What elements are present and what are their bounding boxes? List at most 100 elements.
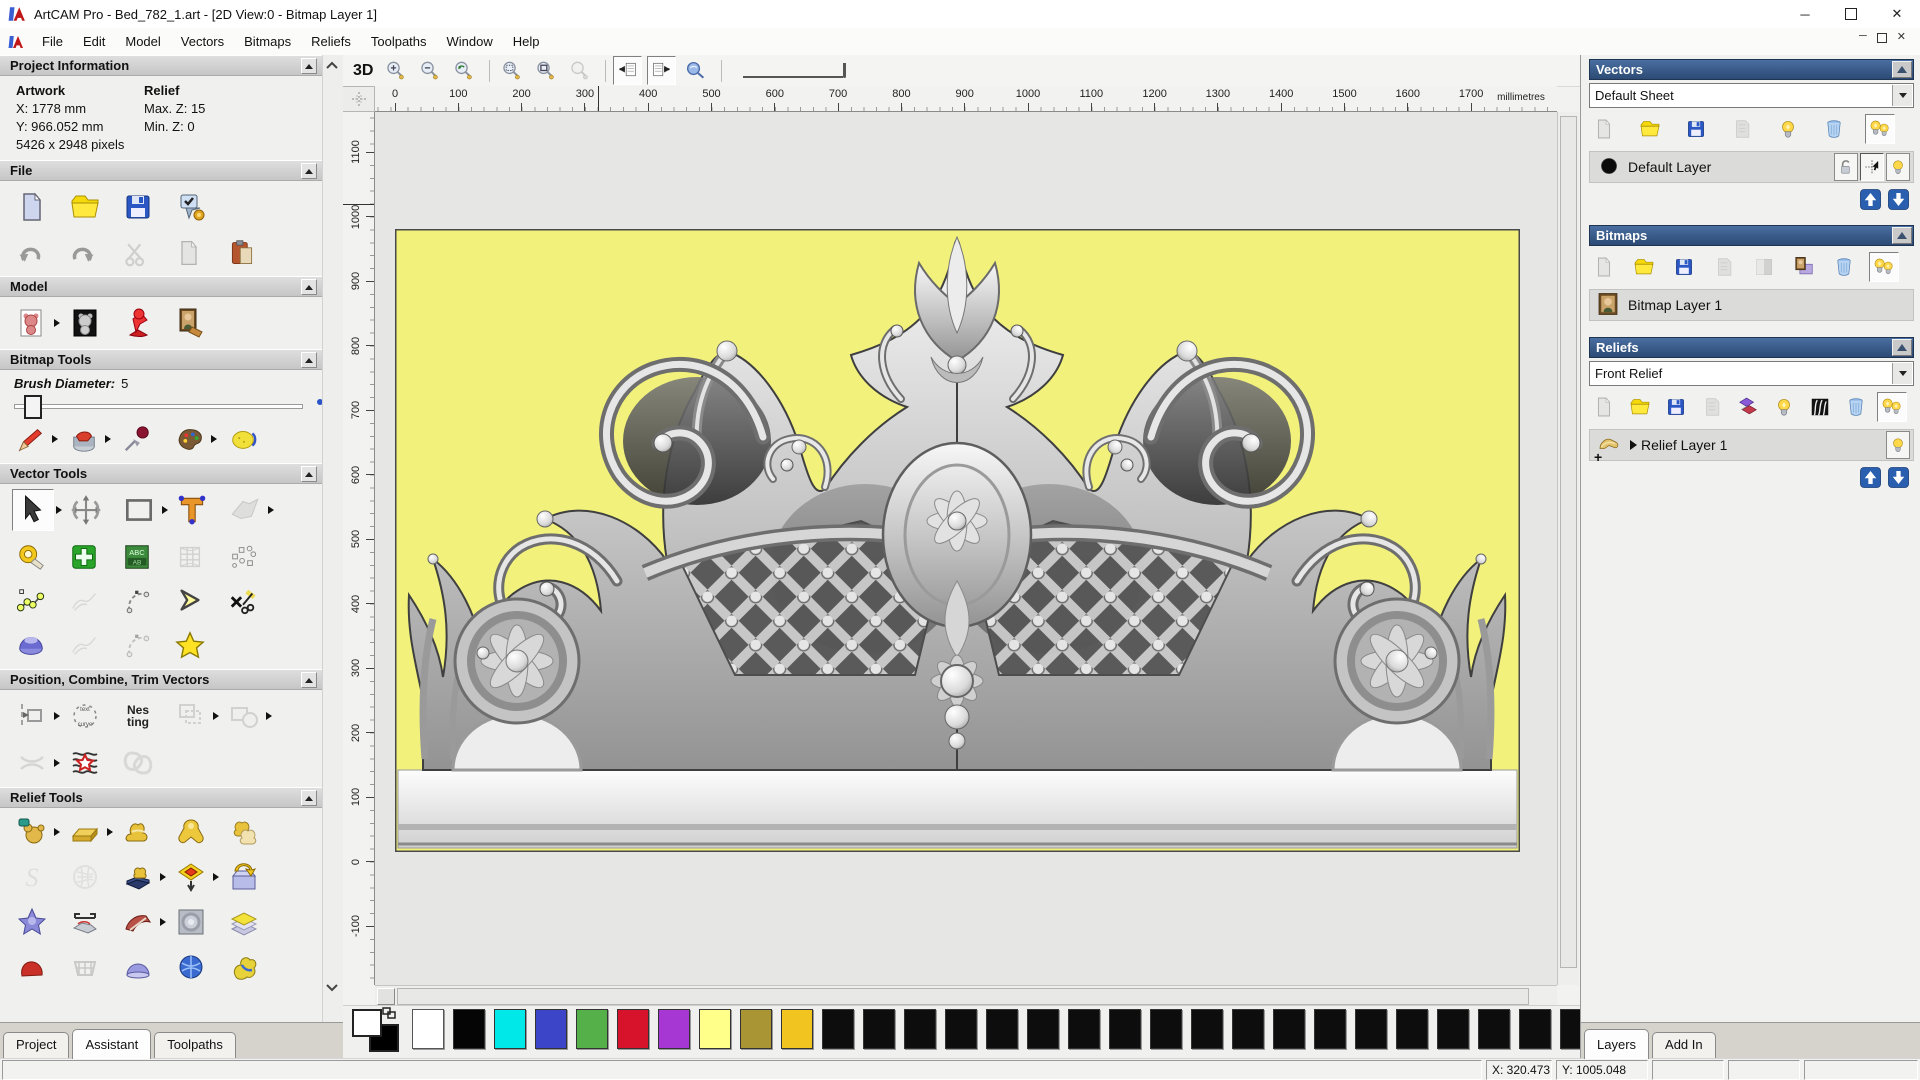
merge-relief-layers-icon[interactable] (1697, 392, 1727, 422)
vector-texture-icon[interactable] (65, 743, 105, 783)
load-relief-icon[interactable] (224, 857, 264, 897)
zoom-in-icon[interactable] (381, 56, 410, 85)
redo-icon[interactable] (65, 235, 101, 271)
menu-window[interactable]: Window (437, 30, 503, 53)
relief-select[interactable]: Front Relief (1589, 361, 1914, 386)
two-rail-sweep-icon[interactable] (118, 902, 158, 942)
palette-swatch-3[interactable] (535, 1009, 567, 1049)
create-star-icon[interactable] (171, 626, 209, 664)
show-all-vector-layers-icon[interactable] (1865, 114, 1895, 144)
delete-bitmap-layer-icon[interactable] (1829, 252, 1859, 282)
show-all-bitmap-layers-icon[interactable] (1869, 252, 1899, 282)
relief-clipart-library-icon[interactable] (118, 857, 158, 897)
menu-help[interactable]: Help (503, 30, 550, 53)
palette-swatch-2[interactable] (494, 1009, 526, 1049)
open-vector-layer-icon[interactable] (1635, 114, 1665, 144)
palette-swatch-15[interactable] (1027, 1009, 1059, 1049)
snap-to-layer-icon[interactable] (1860, 153, 1884, 181)
delete-vector-layer-icon[interactable] (1819, 114, 1849, 144)
maximize-button[interactable] (1828, 0, 1874, 28)
menu-edit[interactable]: Edit (73, 30, 115, 53)
flyout-arrow-icon[interactable] (213, 873, 219, 881)
open-bitmap-layer-icon[interactable] (1629, 252, 1659, 282)
paste-icon[interactable] (224, 235, 260, 271)
copy-icon[interactable] (171, 235, 207, 271)
palette-swatch-1[interactable] (453, 1009, 485, 1049)
weave-wizard-icon[interactable] (65, 857, 105, 897)
flyout-arrow-icon[interactable] (160, 873, 166, 881)
flyout-arrow-icon[interactable] (107, 828, 113, 836)
flyout-arrow-icon[interactable] (105, 435, 111, 443)
flyout-arrow-icon[interactable] (211, 435, 217, 443)
preferences-icon[interactable] (171, 187, 211, 227)
lock-layer-icon[interactable] (1834, 153, 1858, 181)
toggle-vector-view-icon[interactable] (647, 56, 677, 85)
dome-wizard-icon[interactable] (118, 947, 158, 987)
chevron-down-icon[interactable] (1892, 363, 1912, 384)
greyscale-view-icon[interactable] (1805, 392, 1835, 422)
copy-relief-icon[interactable] (224, 812, 264, 852)
create-rectangle-icon[interactable] (118, 489, 160, 531)
collapse-section-button[interactable] (301, 279, 317, 295)
palette-swatch-0[interactable] (412, 1009, 444, 1049)
turn-wizard-icon[interactable] (12, 947, 52, 987)
clipart-clamp-icon[interactable] (65, 902, 105, 942)
free-sketch-icon[interactable] (65, 582, 103, 620)
node-editing-icon[interactable] (12, 582, 50, 620)
v-scroll-thumb[interactable] (1560, 116, 1577, 968)
bitmap-to-layer-icon[interactable] (1789, 252, 1819, 282)
star-wizard-icon[interactable] (12, 902, 52, 942)
cut-icon[interactable] (118, 235, 154, 271)
palette-swatch-16[interactable] (1068, 1009, 1100, 1049)
zoom-previous-icon[interactable] (449, 56, 478, 85)
align-vectors-icon[interactable] (12, 696, 52, 736)
collapse-section-button[interactable] (301, 163, 317, 179)
flyout-arrow-icon[interactable] (160, 918, 166, 926)
tab-add-in[interactable]: Add In (1652, 1032, 1716, 1059)
flyout-arrow-icon[interactable] (213, 712, 219, 720)
delete-relief-layer-icon[interactable] (1841, 392, 1871, 422)
collapse-bitmaps-button[interactable] (1892, 227, 1912, 244)
menu-bitmaps[interactable]: Bitmaps (234, 30, 301, 53)
preview-relief-icon[interactable] (681, 56, 710, 85)
weave-icon[interactable] (65, 947, 105, 987)
zoom-object-icon[interactable] (565, 56, 594, 85)
save-model-icon[interactable] (118, 187, 158, 227)
palette-swatch-18[interactable] (1150, 1009, 1182, 1049)
bitmap-layer-name[interactable]: Bitmap Layer 1 (1628, 297, 1722, 313)
merge-vector-layers-icon[interactable] (1727, 114, 1757, 144)
collapse-section-button[interactable] (301, 790, 317, 806)
arc-editing-icon[interactable] (118, 582, 156, 620)
constant-height-relief-icon[interactable] (65, 812, 105, 852)
measure-icon[interactable] (12, 538, 50, 576)
open-relief-layer-icon[interactable] (1625, 392, 1655, 422)
vertical-scrollbar[interactable] (1557, 112, 1579, 985)
nesting-icon[interactable]: Nes ting (118, 696, 158, 736)
palette-swatch-4[interactable] (576, 1009, 608, 1049)
menu-model[interactable]: Model (115, 30, 170, 53)
create-text-icon[interactable] (171, 489, 213, 531)
save-relief-layer-icon[interactable] (1661, 392, 1691, 422)
select-vectors-icon[interactable] (12, 489, 54, 531)
create-vector-icon[interactable] (65, 538, 103, 576)
slider-thumb[interactable] (24, 395, 42, 419)
h-scroll-thumb[interactable] (397, 988, 1529, 1005)
palette-swatch-7[interactable] (699, 1009, 731, 1049)
smooth-relief-icon[interactable] (118, 812, 158, 852)
mdi-window-controls[interactable]: ─ ✕ (1859, 30, 1906, 43)
flyout-arrow-icon[interactable] (162, 506, 168, 514)
colour-palette-icon[interactable] (171, 420, 209, 458)
flyout-arrow-icon[interactable] (54, 828, 60, 836)
save-vector-layer-icon[interactable] (1681, 114, 1711, 144)
collapse-section-button[interactable] (301, 466, 317, 482)
collapse-section-button[interactable] (301, 352, 317, 368)
palette-swatch-27[interactable] (1519, 1009, 1551, 1049)
flyout-arrow-icon[interactable] (52, 435, 58, 443)
flyout-arrow-icon[interactable] (54, 759, 60, 767)
trim-vectors-icon[interactable] (12, 743, 52, 783)
line-width-slider[interactable] (743, 62, 847, 78)
palette-swatch-26[interactable] (1478, 1009, 1510, 1049)
toggle-bitmap-view-icon[interactable] (613, 56, 643, 85)
palette-swatch-23[interactable] (1355, 1009, 1387, 1049)
new-relief-layer-icon[interactable] (1589, 392, 1619, 422)
